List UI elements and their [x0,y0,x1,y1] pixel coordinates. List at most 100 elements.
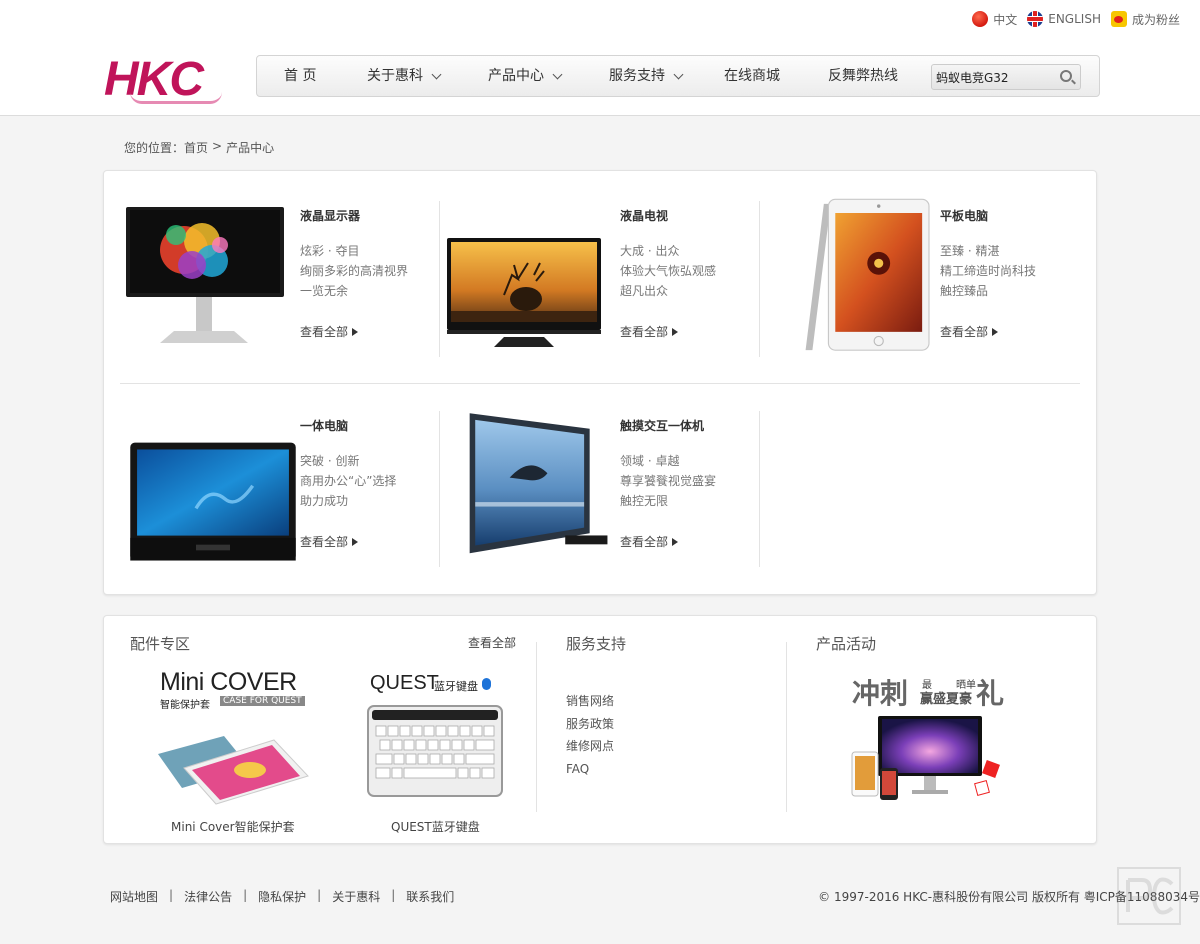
become-fan-label: 成为粉丝 [1131,12,1180,27]
view-all-link[interactable]: 查看全部 [300,533,359,550]
footer-link-privacy[interactable]: 隐私保护 [258,888,306,905]
uk-flag-icon [1027,11,1044,27]
product-title[interactable]: 液晶显示器 [300,207,360,224]
breadcrumb-separator: > [212,139,223,153]
product-title[interactable]: 平板电脑 [940,207,988,224]
monitor-image[interactable] [124,195,294,355]
mini-cover-banner-sub2: CASE FOR QUEST [220,696,305,706]
product-title[interactable]: 液晶电视 [620,207,668,224]
service-link-policy[interactable]: 服务政策 [566,713,614,736]
footer-link-sitemap[interactable]: 网站地图 [110,888,158,905]
view-all-link[interactable]: 查看全部 [300,323,359,340]
view-all-label: 查看全部 [300,325,349,339]
accessories-title: 配件专区 [130,635,191,653]
accessories-view-all-link[interactable]: 查看全部 [468,634,516,651]
nav-item-label: 关于惠科 [367,68,423,84]
search-input[interactable] [932,65,1052,89]
search-icon[interactable] [1060,70,1072,82]
aio-image[interactable] [128,425,298,585]
lang-cn-link[interactable]: 中文 [972,11,1017,28]
nav-item-label: 在线商城 [724,68,780,84]
lang-en-link[interactable]: ENGLISH [1027,11,1101,27]
touch-display-image[interactable] [458,411,628,571]
mini-cover-banner-title: Mini COVER [160,668,297,696]
footer-links: 网站地图 | 法律公告 | 隐私保护 | 关于惠科 | 联系我们 [110,888,454,905]
nav-item-label: 服务支持 [609,68,665,84]
top-utility-bar: 中文 ENGLISH 成为粉丝 [972,9,1180,29]
chevron-down-icon [431,69,442,79]
product-desc-line: 超凡出众 [620,284,669,298]
accessory-caption[interactable]: QUEST蓝牙键盘 [391,818,480,835]
product-title[interactable]: 一体电脑 [300,417,348,434]
view-all-label: 查看全部 [940,325,989,339]
view-all-link[interactable]: 查看全部 [620,323,679,340]
footer-separator: | [169,888,174,902]
product-desc-line: 精工缔造时尚科技 [940,264,1037,278]
nav-item-about[interactable]: 关于惠科 [367,56,442,96]
view-all-label: 查看全部 [620,325,669,339]
main-nav: 首 页 关于惠科 产品中心 服务支持 在线商城 反舞弊热线 [256,55,1100,97]
become-fan-link[interactable]: 成为粉丝 [1110,11,1180,28]
breadcrumb: 您的位置：首页 > 产品中心 [124,139,274,156]
accessory-caption[interactable]: Mini Cover智能保护套 [171,818,295,835]
product-desc-line: 体验大气恢弘观感 [620,264,717,278]
product-desc-line: 至臻 · 精湛 [940,244,1000,258]
service-link-repair[interactable]: 维修网点 [566,735,614,758]
product-desc-line: 商用办公“心”选择 [300,474,397,488]
tv-image[interactable] [444,215,614,375]
hkc-logo[interactable]: HKC [104,54,230,106]
view-all-label: 查看全部 [620,535,669,549]
view-all-link[interactable]: 查看全部 [620,533,679,550]
product-card-monitor: 液晶显示器 炫彩 · 夺目 绚丽多彩的高清视界 一览无余 查看全部 [104,171,424,343]
footer-separator: | [243,888,248,902]
footer-link-legal[interactable]: 法律公告 [184,888,232,905]
activity-products-image [851,716,1000,800]
nav-item-service[interactable]: 服务支持 [609,56,684,96]
play-arrow-icon [672,537,679,546]
product-desc-line: 触控无限 [620,494,669,508]
view-all-link[interactable]: 查看全部 [940,323,999,340]
lang-cn-label: 中文 [993,12,1018,27]
breadcrumb-current: 产品中心 [226,141,275,155]
nav-item-label: 产品中心 [488,68,544,84]
column-divider [536,642,537,812]
product-desc-line: 大成 · 出众 [620,244,680,258]
accessory-quest-keyboard[interactable]: QUEST 蓝牙键盘 [366,670,506,804]
product-desc: 大成 · 出众 体验大气恢弘观感 超凡出众 [620,241,716,301]
product-desc-line: 触控臻品 [940,284,989,298]
nav-item-products[interactable]: 产品中心 [488,56,563,96]
product-desc: 炫彩 · 夺目 绚丽多彩的高清视界 一览无余 [300,241,408,301]
product-desc-line: 炫彩 · 夺目 [300,244,360,258]
nav-item-home[interactable]: 首 页 [284,56,316,96]
product-grid-panel: 液晶显示器 炫彩 · 夺目 绚丽多彩的高清视界 一览无余 查看全部 液晶电视 大… [103,170,1097,595]
chevron-down-icon [552,69,563,79]
service-link-faq[interactable]: FAQ [566,758,614,781]
product-desc-line: 领域 · 卓越 [620,454,680,468]
search-box [931,64,1081,90]
logo-swoosh [130,92,222,104]
keyboard-image [367,705,503,797]
breadcrumb-home-link[interactable]: 首页 [184,141,208,155]
footer-separator: | [391,888,396,902]
footer-link-contact[interactable]: 联系我们 [406,888,454,905]
footer-link-about[interactable]: 关于惠科 [332,888,380,905]
product-desc: 领域 · 卓越 尊享饕餮视觉盛宴 触控无限 [620,451,716,511]
service-link-sales-network[interactable]: 销售网络 [566,690,614,713]
product-title[interactable]: 触摸交互一体机 [620,417,704,434]
mini-cover-image [158,736,309,805]
play-arrow-icon [352,537,359,546]
accessory-mini-cover[interactable]: Mini COVER 智能保护套 CASE FOR QUEST [144,666,324,806]
service-links: 销售网络 服务政策 维修网点 FAQ [566,690,614,780]
watermark-logo [1117,867,1181,925]
nav-item-anti-fraud[interactable]: 反舞弊热线 [828,56,898,96]
product-desc-line: 突破 · 创新 [300,454,360,468]
activity-banner[interactable]: 冲刺 最 晒单 赢盛夏豪 礼 [848,664,1008,814]
play-arrow-icon [992,327,999,336]
tablet-image[interactable] [788,197,958,357]
product-desc-line: 尊享饕餮视觉盛宴 [620,474,717,488]
service-title: 服务支持 [566,635,627,653]
quest-banner-sub: 蓝牙键盘 [434,680,478,693]
nav-item-shop[interactable]: 在线商城 [724,56,780,96]
nav-item-label: 首 页 [284,68,317,84]
breadcrumb-prefix: 您的位置： [124,141,185,155]
